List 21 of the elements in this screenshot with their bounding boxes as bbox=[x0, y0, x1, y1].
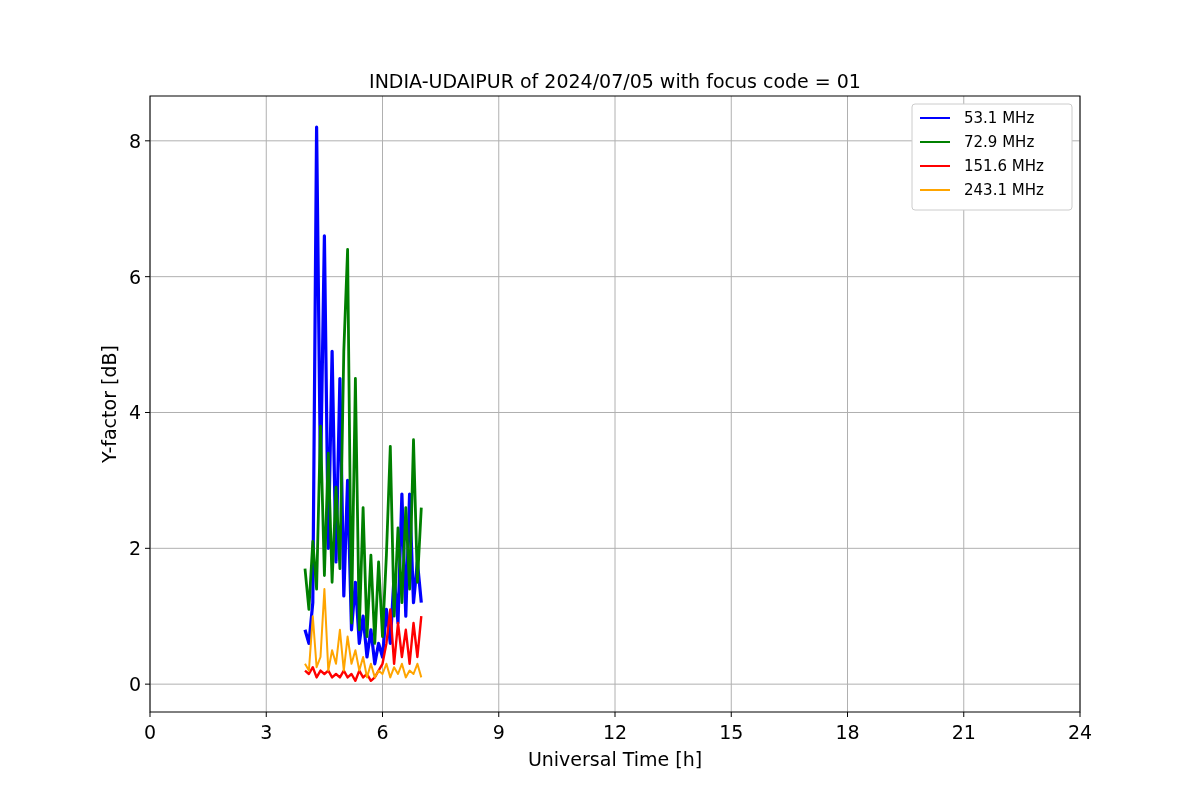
legend-label: 243.1 MHz bbox=[964, 181, 1044, 199]
x-tick-label: 24 bbox=[1067, 721, 1093, 743]
x-tick-label: 12 bbox=[602, 721, 628, 743]
x-tick-label: 9 bbox=[492, 721, 505, 743]
x-tick-label: 3 bbox=[260, 721, 273, 743]
y-tick-label: 8 bbox=[128, 129, 141, 152]
y-tick-label: 2 bbox=[128, 537, 141, 560]
x-tick-label: 0 bbox=[143, 721, 157, 743]
y-tick-label: 0 bbox=[128, 673, 141, 696]
x-tick-label: 15 bbox=[719, 721, 744, 743]
y-axis-label: Y-factor [dB] bbox=[98, 345, 120, 463]
legend-label: 53.1 MHz bbox=[964, 109, 1035, 127]
chart-title: INDIA-UDAIPUR of 2024/07/05 with focus code = 01 bbox=[369, 70, 861, 92]
y-tick-label: 4 bbox=[128, 401, 141, 424]
x-tick-label: 21 bbox=[951, 721, 976, 743]
x-tick-label: 6 bbox=[376, 721, 389, 743]
x-axis-label: Universal Time [h] bbox=[527, 748, 703, 770]
legend-label: 151.6 MHz bbox=[964, 157, 1044, 175]
y-tick-label: 6 bbox=[128, 265, 141, 288]
x-tick-label: 18 bbox=[835, 721, 860, 743]
legend-label: 72.9 MHz bbox=[964, 133, 1035, 151]
